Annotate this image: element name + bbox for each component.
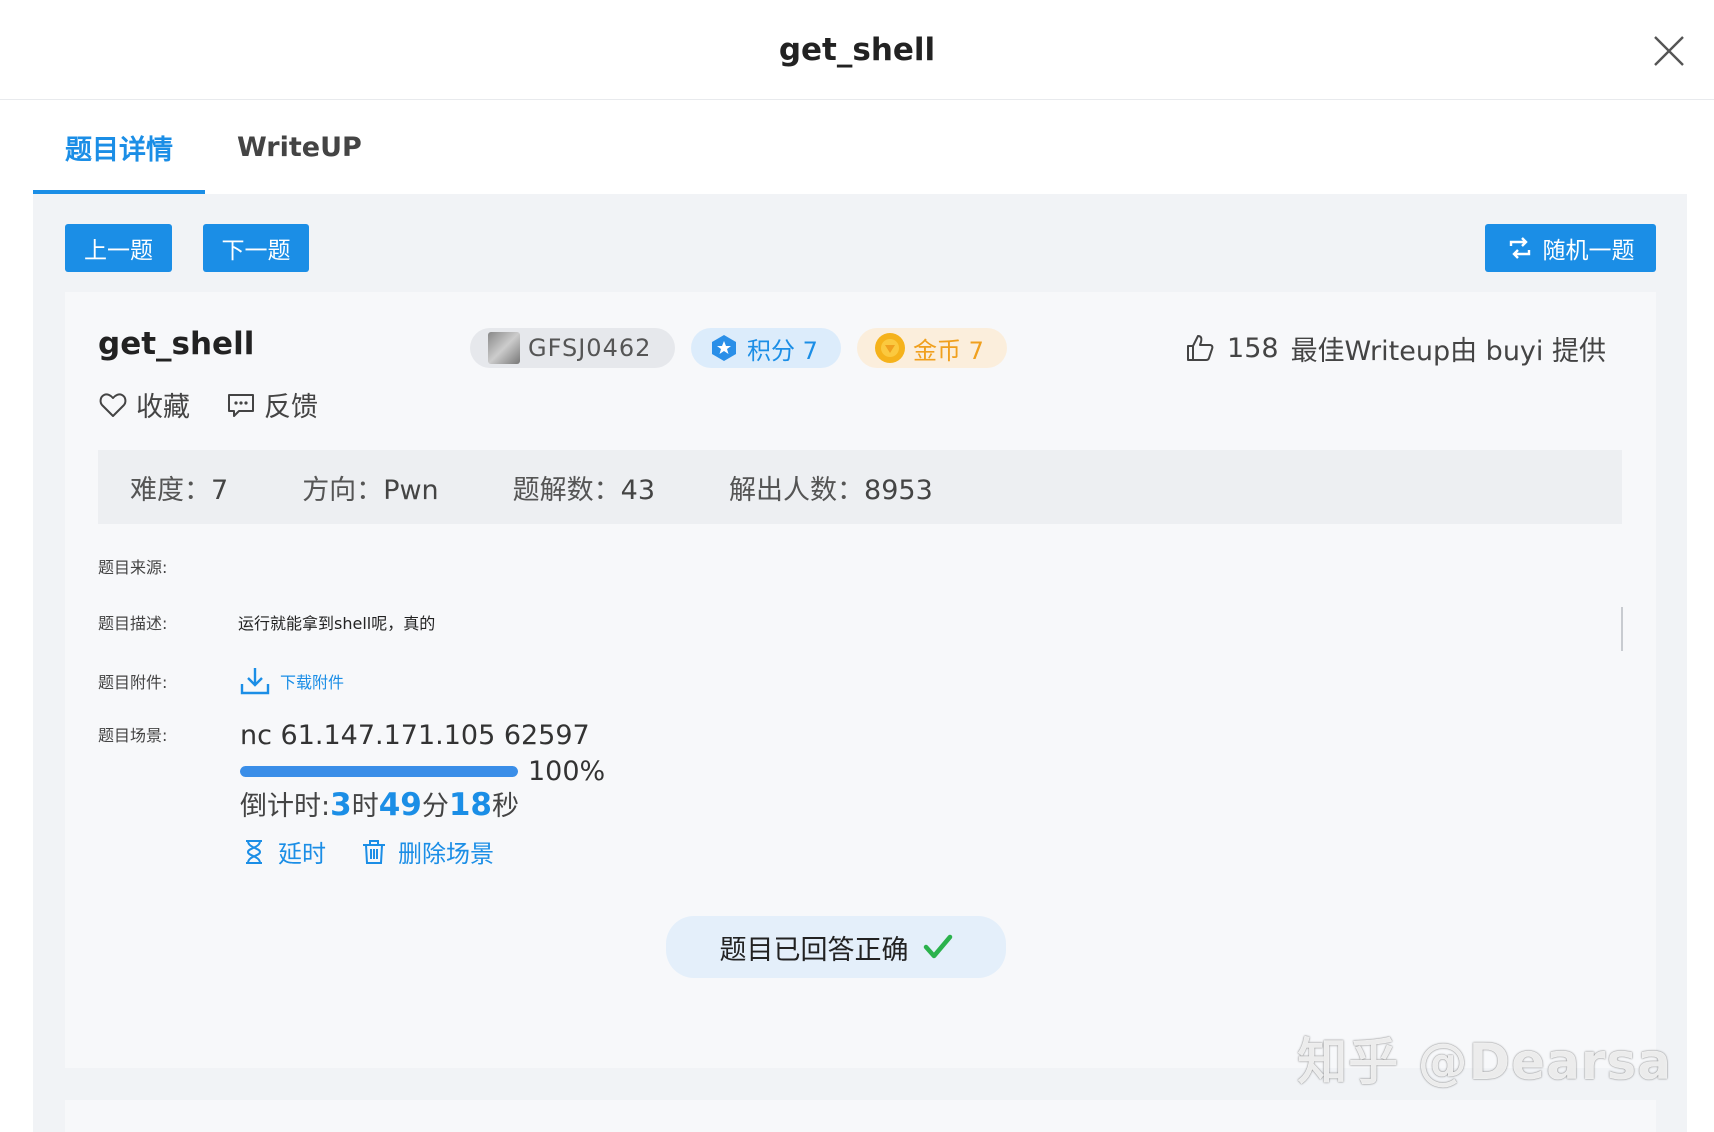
stat-difficulty: 难度：7 <box>130 474 229 506</box>
question-actions: 收藏 反馈 <box>98 385 318 424</box>
delete-scene-button[interactable]: 删除场景 <box>360 834 494 869</box>
next-card-edge <box>65 1100 1656 1132</box>
heart-icon <box>99 392 127 417</box>
description-scroll-divider <box>1621 607 1623 651</box>
tab-writeup[interactable]: WriteUP <box>205 100 394 194</box>
download-attachment-link[interactable]: 下载附件 <box>238 664 344 698</box>
countdown-minutes-unit: 分 <box>421 791 449 822</box>
delete-scene-label: 删除场景 <box>398 840 494 868</box>
random-question-label: 随机一题 <box>1542 238 1635 264</box>
coin-icon <box>875 333 905 363</box>
answered-status: 题目已回答正确 <box>666 916 1006 978</box>
tab-content: 上一题 下一题 随机一题 get_shell GFSJ0462 积分 7 金币 … <box>33 194 1687 1132</box>
coin-label: 金币 7 <box>913 336 984 365</box>
likes-count: 158 <box>1227 332 1279 364</box>
countdown-hours-unit: 时 <box>351 791 379 822</box>
progress-bar <box>240 766 518 777</box>
question-id: GFSJ0462 <box>528 334 652 362</box>
best-writeup-text[interactable]: 最佳Writeup由 buyi 提供 <box>1291 329 1606 368</box>
download-icon <box>240 668 270 695</box>
coin-badge: 金币 7 <box>857 328 1007 368</box>
next-question-button[interactable]: 下一题 <box>203 224 309 272</box>
stat-solvers: 解出人数：8953 <box>729 474 933 506</box>
score-badge: 积分 7 <box>691 328 841 368</box>
progress-text: 100% <box>528 756 606 787</box>
star-gem-icon <box>712 335 736 361</box>
prev-question-button[interactable]: 上一题 <box>65 224 172 272</box>
description-row: 题目描述: 运行就能拿到shell呢，真的 <box>98 610 435 634</box>
feedback-button[interactable]: 反馈 <box>226 385 318 424</box>
countdown: 倒计时: 3 时 49 分 18 秒 <box>240 784 519 823</box>
checkmark-icon <box>923 934 952 959</box>
close-icon[interactable] <box>1652 34 1686 68</box>
scene-label: 题目场景: <box>98 726 168 745</box>
extend-time-label: 延时 <box>278 840 326 868</box>
attachment-label: 题目附件: <box>98 673 168 692</box>
comment-icon <box>228 393 254 417</box>
stats-bar: 难度：7 方向：Pwn 题解数：43 解出人数：8953 <box>98 450 1622 524</box>
scene-row: 题目场景: <box>98 722 238 746</box>
stat-writeups: 题解数：43 <box>512 474 656 506</box>
download-attachment-label: 下载附件 <box>280 673 345 692</box>
modal-title: get_shell <box>778 31 936 68</box>
shuffle-icon <box>1509 237 1530 259</box>
attachment-row: 题目附件: 下载附件 <box>98 664 344 698</box>
progress-fill <box>240 766 518 777</box>
modal-header: get_shell <box>0 0 1714 100</box>
question-id-badge: GFSJ0462 <box>470 328 675 368</box>
question-modal: get_shell 题目详情 WriteUP 上一题 下一题 随机一题 get_… <box>0 0 1714 1132</box>
score-label: 积分 7 <box>747 336 818 365</box>
scene-actions: 延时 删除场景 <box>240 834 494 869</box>
extend-time-button[interactable]: 延时 <box>240 834 326 869</box>
stat-direction: 方向：Pwn <box>302 474 439 506</box>
feedback-label: 反馈 <box>264 392 318 423</box>
description-label: 题目描述: <box>98 614 168 633</box>
trash-icon <box>363 839 385 864</box>
likes-area: 158 最佳Writeup由 buyi 提供 <box>1185 328 1606 368</box>
countdown-minutes: 49 <box>378 787 422 823</box>
countdown-seconds: 18 <box>448 787 492 823</box>
hourglass-icon <box>246 839 262 864</box>
description-value: 运行就能拿到shell呢，真的 <box>238 614 436 633</box>
favorite-button[interactable]: 收藏 <box>98 385 190 424</box>
thumbs-up-icon[interactable] <box>1185 333 1215 363</box>
countdown-hours: 3 <box>330 787 352 823</box>
watermark: 知乎 @Dearsa <box>1297 1033 1672 1091</box>
favorite-label: 收藏 <box>136 392 190 423</box>
answered-label: 题目已回答正确 <box>719 934 909 966</box>
tab-question-details[interactable]: 题目详情 <box>33 100 205 194</box>
question-card: get_shell GFSJ0462 积分 7 金币 7 158 最佳Write… <box>65 292 1656 1068</box>
random-question-button[interactable]: 随机一题 <box>1485 224 1656 272</box>
source-label: 题目来源: <box>98 558 168 577</box>
countdown-seconds-unit: 秒 <box>491 791 519 822</box>
scene-command: nc 61.147.171.105 62597 <box>240 720 590 751</box>
scene-progress: 100% <box>240 756 605 787</box>
tab-bar: 题目详情 WriteUP <box>0 100 1714 194</box>
countdown-label: 倒计时: <box>240 791 331 822</box>
category-thumbnail <box>488 332 520 364</box>
question-title: get_shell <box>98 326 255 362</box>
source-row: 题目来源: <box>98 554 238 578</box>
